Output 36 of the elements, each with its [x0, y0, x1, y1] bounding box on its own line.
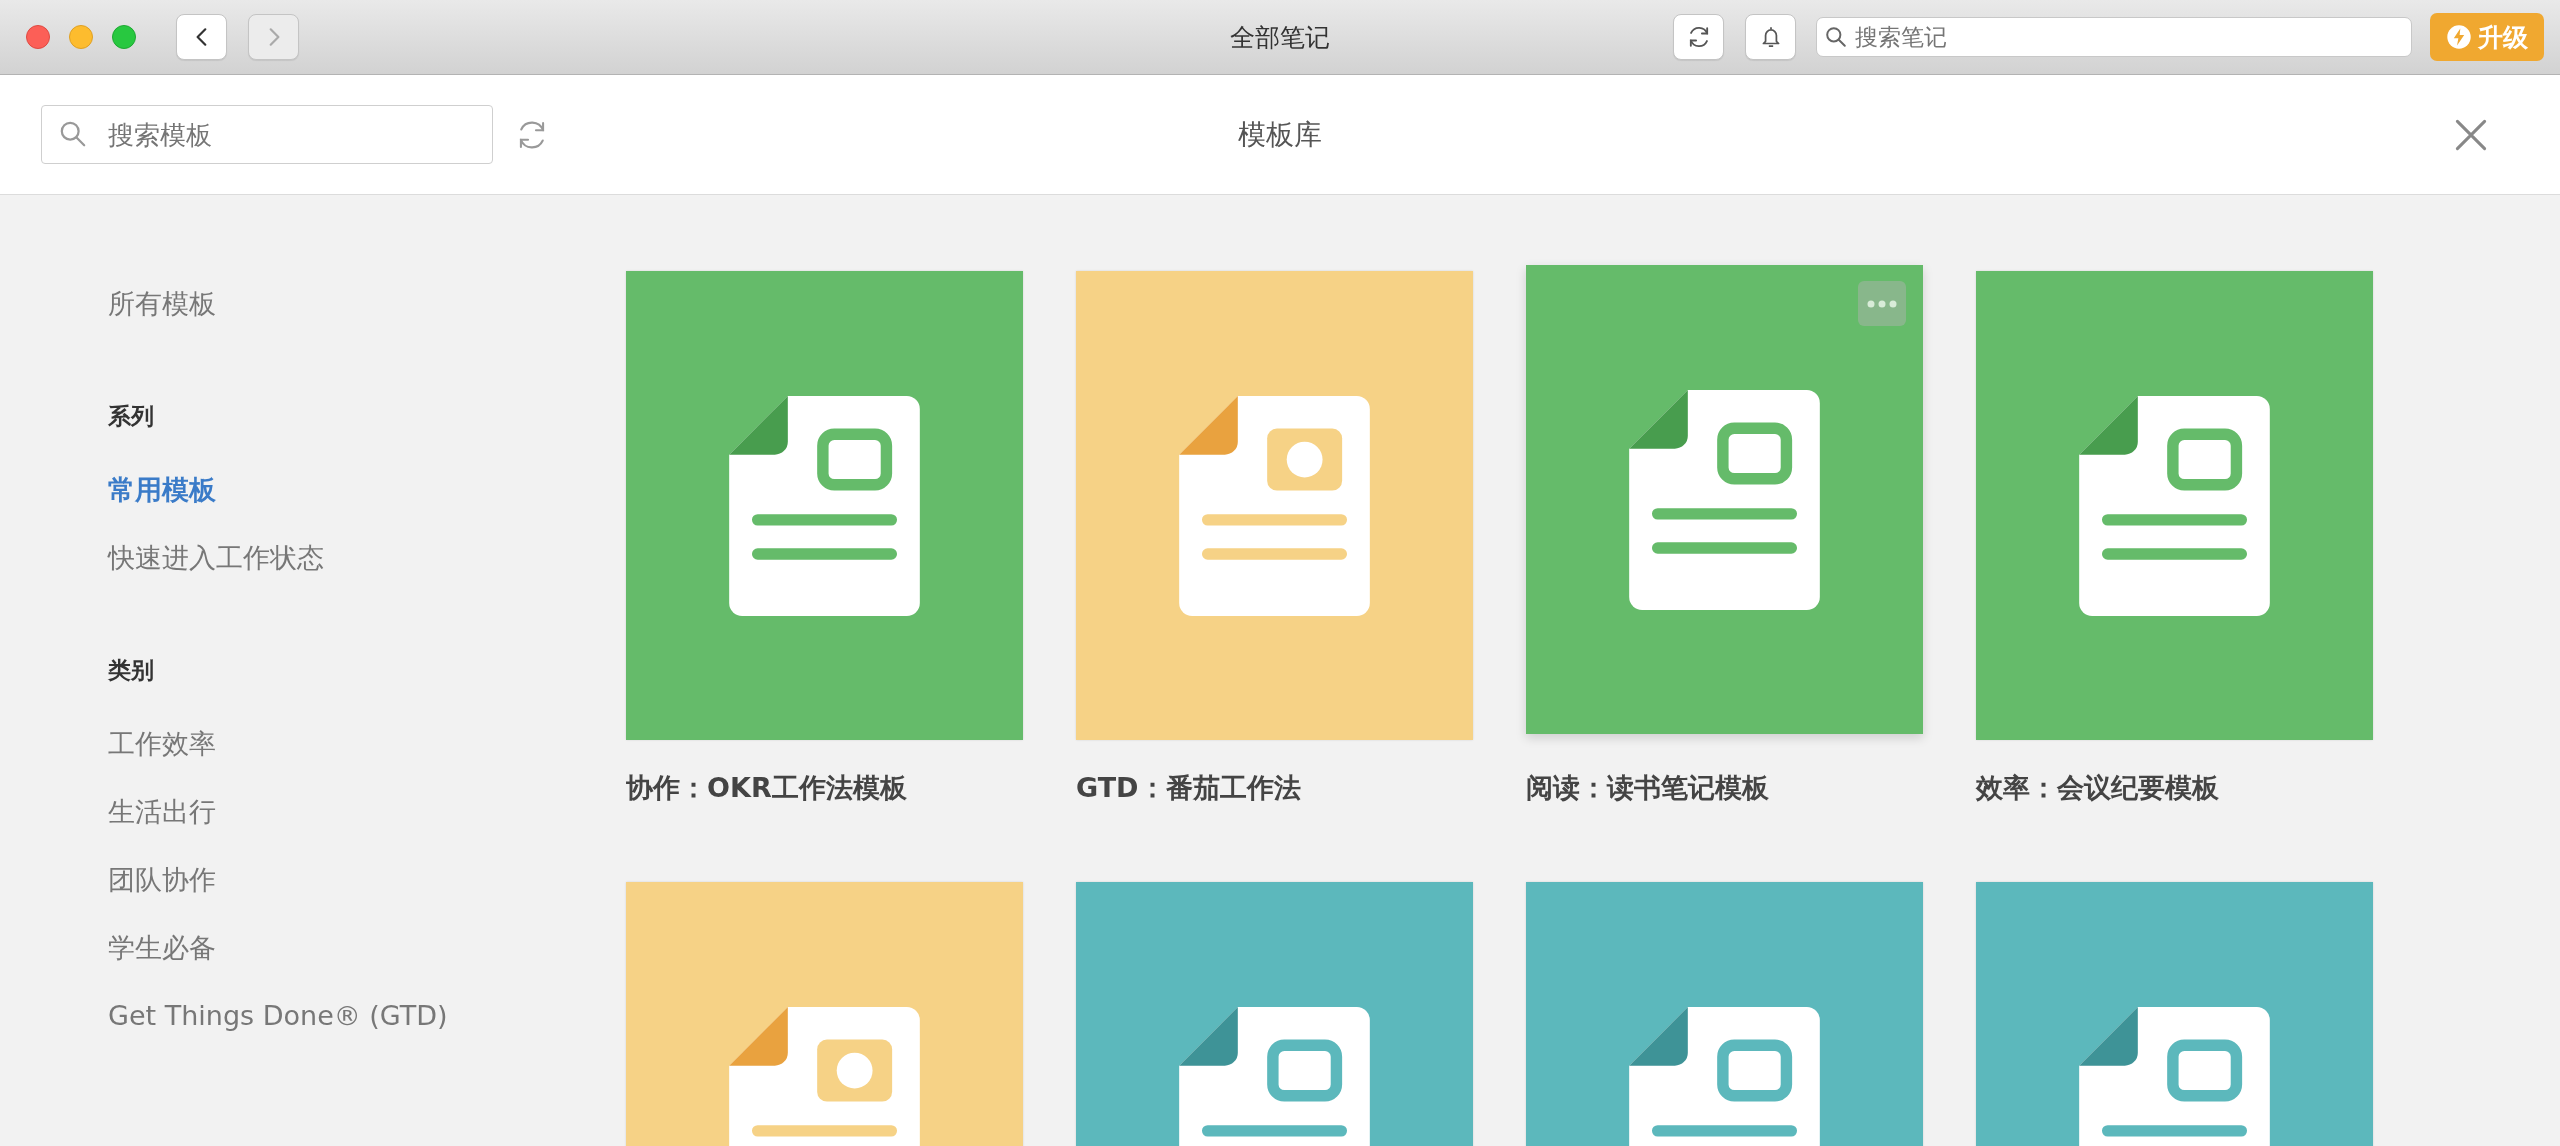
sidebar-item[interactable]: 团队协作	[108, 846, 216, 914]
template-title[interactable]: 协作：OKR工作法模板	[626, 770, 1023, 806]
sidebar-item[interactable]: 生活出行	[108, 778, 216, 846]
ellipsis-icon	[1867, 299, 1897, 308]
sidebar-item[interactable]: 工作效率	[108, 710, 216, 778]
more-button[interactable]	[1858, 281, 1906, 326]
template-thumbnail[interactable]	[1076, 271, 1473, 740]
sidebar-item[interactable]: 常用模板	[108, 456, 216, 524]
sidebar-heading: 类别	[108, 656, 154, 685]
template-library-title: 模板库	[1238, 116, 1322, 153]
upgrade-button[interactable]: 升级	[2430, 13, 2544, 61]
sync-button[interactable]	[1673, 14, 1724, 60]
sidebar-item[interactable]: Get Things Done® (GTD)	[108, 982, 448, 1050]
template-thumbnail[interactable]	[626, 271, 1023, 740]
close-icon	[2454, 117, 2488, 152]
search-templates-field[interactable]: 搜索模板	[41, 105, 493, 164]
template-thumbnail[interactable]	[1526, 265, 1923, 734]
window-title: 全部笔记	[1230, 21, 1330, 54]
close-button[interactable]	[2454, 117, 2488, 152]
notifications-button[interactable]	[1745, 14, 1796, 60]
sidebar-item[interactable]: 所有模板	[108, 270, 216, 338]
template-title[interactable]: 阅读：读书笔记模板	[1526, 770, 1923, 806]
sidebar-item[interactable]: 快速进入工作状态	[108, 524, 324, 592]
minimize-window-button[interactable]	[69, 25, 93, 49]
template-thumbnail[interactable]	[1976, 271, 2373, 740]
lightning-icon	[2446, 24, 2472, 50]
close-window-button[interactable]	[26, 25, 50, 49]
template-title[interactable]: 效率：会议纪要模板	[1976, 770, 2373, 806]
back-button[interactable]	[176, 14, 227, 60]
search-icon	[1825, 26, 1847, 48]
search-notes-field[interactable]: 搜索笔记	[1816, 17, 2412, 57]
zoom-window-button[interactable]	[112, 25, 136, 49]
search-icon	[59, 120, 87, 148]
sidebar-heading: 系列	[108, 402, 154, 431]
sidebar-item[interactable]: 学生必备	[108, 914, 216, 982]
template-title[interactable]: GTD：番茄工作法	[1076, 770, 1473, 806]
